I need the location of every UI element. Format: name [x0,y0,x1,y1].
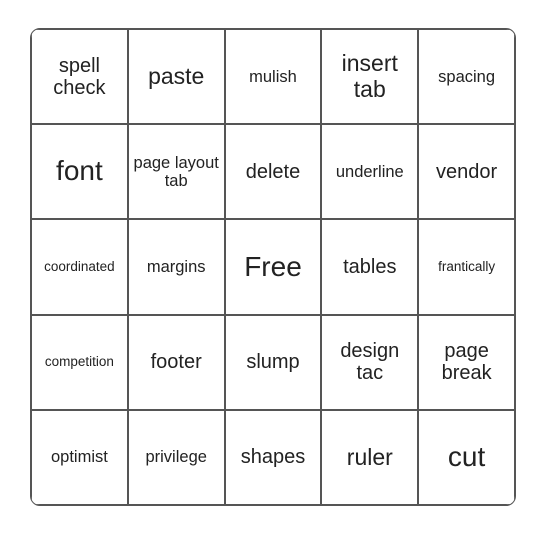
bingo-cell[interactable]: underline [321,124,418,219]
bingo-cell[interactable]: footer [128,315,225,410]
bingo-cell[interactable]: page break [418,315,515,410]
cell-label: paste [148,64,204,89]
cell-label: underline [336,163,404,181]
cell-label: font [56,156,103,187]
bingo-cell[interactable]: privilege [128,410,225,505]
cell-label: privilege [145,448,206,466]
bingo-cell[interactable]: competition [31,315,128,410]
bingo-cell[interactable]: spacing [418,29,515,124]
bingo-cell[interactable]: design tac [321,315,418,410]
cell-label: page layout tab [131,154,222,190]
cell-label: delete [246,161,301,183]
cell-label: frantically [438,260,495,275]
cell-label: ruler [347,445,393,470]
bingo-cell[interactable]: slump [225,315,322,410]
bingo-cell[interactable]: delete [225,124,322,219]
bingo-cell[interactable]: margins [128,219,225,314]
cell-label: design tac [324,340,415,384]
bingo-cell[interactable]: tables [321,219,418,314]
bingo-cell-free[interactable]: Free [225,219,322,314]
bingo-cell[interactable]: ruler [321,410,418,505]
cell-label: vendor [436,161,497,183]
bingo-cell[interactable]: insert tab [321,29,418,124]
bingo-cell[interactable]: shapes [225,410,322,505]
cell-label: coordinated [44,260,115,275]
bingo-cell[interactable]: page layout tab [128,124,225,219]
bingo-cell[interactable]: font [31,124,128,219]
cell-label: margins [147,258,206,276]
bingo-cell[interactable]: coordinated [31,219,128,314]
bingo-cell[interactable]: frantically [418,219,515,314]
bingo-cell[interactable]: spell check [31,29,128,124]
cell-label: cut [448,442,485,473]
bingo-cell[interactable]: mulish [225,29,322,124]
bingo-grid: spell check paste mulish insert tab spac… [30,28,516,506]
bingo-cell[interactable]: cut [418,410,515,505]
cell-label: tables [343,256,396,278]
cell-label: footer [151,351,202,373]
cell-label: slump [246,351,299,373]
cell-label: Free [244,252,302,283]
cell-label: shapes [241,446,306,468]
cell-label: page break [421,340,512,384]
bingo-card: spell check paste mulish insert tab spac… [0,0,544,544]
bingo-cell[interactable]: optimist [31,410,128,505]
cell-label: competition [45,355,114,370]
cell-label: spacing [438,68,495,86]
cell-label: mulish [249,68,297,86]
cell-label: optimist [51,448,108,466]
bingo-cell[interactable]: vendor [418,124,515,219]
cell-label: spell check [34,55,125,99]
bingo-cell[interactable]: paste [128,29,225,124]
cell-label: insert tab [324,51,415,102]
